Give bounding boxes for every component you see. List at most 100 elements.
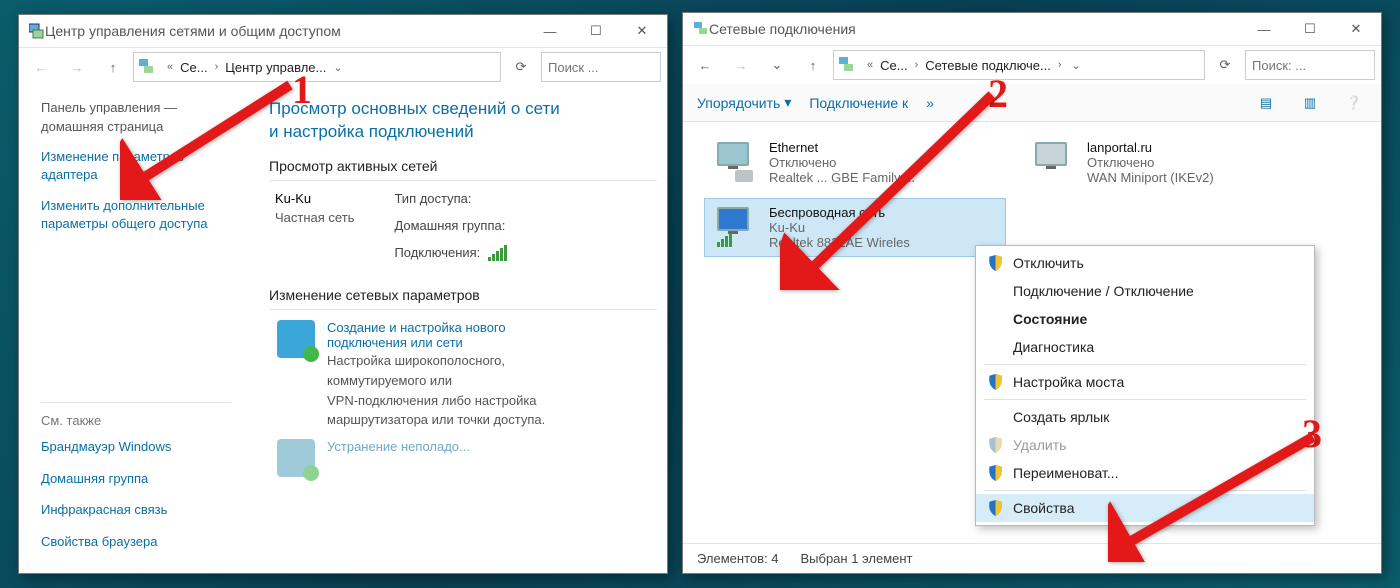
ctx-delete[interactable]: Удалить	[976, 431, 1314, 459]
close-button[interactable]: ✕	[619, 16, 665, 46]
minimize-button[interactable]: —	[1241, 14, 1287, 44]
ctx-connect[interactable]: Подключение / Отключение	[976, 277, 1314, 305]
network-type: Частная сеть	[275, 210, 354, 225]
chevron-down-icon[interactable]: ⌄	[328, 61, 347, 74]
breadcrumb-seg2[interactable]: Центр управле...	[223, 60, 328, 75]
ctx-properties[interactable]: Свойства	[976, 494, 1314, 522]
adapter-vpn[interactable]: lanportal.ru Отключено WAN Miniport (IKE…	[1023, 134, 1323, 191]
search-input[interactable]	[1252, 58, 1400, 73]
toolbar-connect[interactable]: Подключение к	[809, 95, 908, 111]
adapter-device: WAN Miniport (IKEv2)	[1087, 170, 1214, 185]
context-menu: Отключить Подключение / Отключение Состо…	[975, 245, 1315, 526]
adapter-name: Ethernet	[769, 140, 915, 155]
aux-firewall[interactable]: Брандмауэр Windows	[41, 438, 231, 456]
shield-icon	[988, 374, 1003, 390]
ctx-diagnose[interactable]: Диагностика	[976, 333, 1314, 361]
link-sharing-l2[interactable]: параметры общего доступа	[41, 215, 231, 233]
search-box[interactable]: 🔍	[541, 52, 661, 82]
status-bar: Элементов: 4 Выбран 1 элемент	[683, 543, 1381, 573]
wizard-link-l2[interactable]: подключения или сети	[327, 335, 545, 350]
toolbar-organize[interactable]: Упорядочить▾	[697, 94, 791, 111]
adapter-ethernet[interactable]: Ethernet Отключено Realtek ... GBE Famil…	[705, 134, 1005, 191]
window-network-center: Центр управления сетями и общим доступом…	[18, 14, 668, 574]
ctx-disable[interactable]: Отключить	[976, 249, 1314, 277]
breadcrumb-seg1[interactable]: Се...	[178, 60, 209, 75]
window-title: Центр управления сетями и общим доступом	[45, 23, 341, 39]
navbar-left: ← → ↑ « Се... › Центр управле... ⌄ ⟳ 🔍	[19, 47, 667, 86]
section-change-settings: Изменение сетевых параметров	[269, 287, 657, 303]
network-name-col: Ku-Ku Частная сеть	[275, 191, 354, 274]
refresh-button[interactable]: ⟳	[505, 52, 537, 82]
wizard-troubleshoot[interactable]: Устранение неполадо...	[277, 439, 657, 477]
divider2	[269, 309, 657, 310]
back-button[interactable]: ←	[689, 50, 721, 80]
aux-homegroup[interactable]: Домашняя группа	[41, 470, 231, 488]
active-network-block: Ku-Ku Частная сеть Тип доступа: Домашняя…	[275, 191, 657, 274]
navbar-right: ← → ⌄ ↑ « Се... › Сетевые подключе... › …	[683, 45, 1381, 84]
breadcrumb-seg2[interactable]: Сетевые подключе...	[923, 58, 1053, 73]
wizard-sub-l3: VPN-подключения либо настройка	[327, 392, 545, 410]
adapter-wireless[interactable]: Беспроводная сеть Ku-Ku Realtek 8821AE W…	[705, 199, 1005, 256]
up-button[interactable]: ↑	[797, 50, 829, 80]
up-button[interactable]: ↑	[97, 52, 129, 82]
troubleshoot-icon	[277, 439, 315, 477]
ctx-bridge[interactable]: Настройка моста	[976, 368, 1314, 396]
search-box[interactable]: 🔍	[1245, 50, 1375, 80]
help-icon[interactable]: ❔	[1341, 90, 1367, 116]
toolbar: Упорядочить▾ Подключение к » ▤ ▥ ❔	[683, 84, 1381, 122]
wizard-new-connection[interactable]: Создание и настройка нового подключения …	[277, 320, 657, 428]
window-icon	[693, 21, 709, 37]
wizard-text: Создание и настройка нового подключения …	[327, 320, 545, 428]
recent-button[interactable]: ⌄	[761, 50, 793, 80]
ctx-shortcut[interactable]: Создать ярлык	[976, 403, 1314, 431]
chevron-down-icon[interactable]: ⌄	[1067, 59, 1086, 72]
minimize-button[interactable]: —	[527, 16, 573, 46]
forward-button[interactable]: →	[61, 52, 93, 82]
adapter-status: Ku-Ku	[769, 220, 910, 235]
panel-home-l2[interactable]: домашняя страница	[41, 119, 231, 134]
adapter-device: Realtek ... GBE Family ...	[769, 170, 915, 185]
link-sharing-l1[interactable]: Изменить дополнительные	[41, 197, 231, 215]
adapter-status: Отключено	[769, 155, 915, 170]
divider	[269, 180, 657, 181]
aux-infrared[interactable]: Инфракрасная связь	[41, 501, 231, 519]
maximize-button[interactable]: ☐	[573, 16, 619, 46]
ctx-sep1	[984, 364, 1306, 365]
wizard-sub-l2: коммутируемого или	[327, 372, 545, 390]
view-mode-1-icon[interactable]: ▤	[1253, 90, 1279, 116]
breadcrumb-seg1[interactable]: Се...	[878, 58, 909, 73]
view-mode-2-icon[interactable]: ▥	[1297, 90, 1323, 116]
shield-icon	[988, 255, 1003, 271]
kv-homegroup: Домашняя группа:	[394, 218, 506, 233]
ctx-rename[interactable]: Переименоват...	[976, 459, 1314, 487]
wizard-sub-l4: маршрутизатора или точки доступа.	[327, 411, 545, 429]
ctx-status[interactable]: Состояние	[976, 305, 1314, 333]
panel-home-l1[interactable]: Панель управления —	[41, 100, 231, 115]
adapter-status: Отключено	[1087, 155, 1214, 170]
window-network-connections: Сетевые подключения — ☐ ✕ ← → ⌄ ↑ « Се..…	[682, 12, 1382, 574]
window-icon	[29, 23, 45, 39]
link-adapter-settings[interactable]: Изменение параметров адаптера	[41, 148, 231, 183]
aux-browser-props[interactable]: Свойства браузера	[41, 533, 231, 551]
refresh-button[interactable]: ⟳	[1209, 50, 1241, 80]
wizard-link-l1[interactable]: Создание и настройка нового	[327, 320, 545, 335]
chevron-right-icon: ›	[210, 61, 224, 73]
page-title: Просмотр основных сведений о сети и наст…	[269, 98, 657, 144]
content-split: Панель управления — домашняя страница Из…	[19, 86, 667, 573]
breadcrumb[interactable]: « Се... › Сетевые подключе... › ⌄	[833, 50, 1205, 80]
network-kv-col: Тип доступа: Домашняя группа: Подключени…	[394, 191, 506, 274]
shield-icon	[988, 437, 1003, 453]
forward-button[interactable]: →	[725, 50, 757, 80]
chevron-left-icon: «	[162, 61, 178, 73]
kv-connections: Подключения:	[394, 245, 506, 262]
breadcrumb[interactable]: « Се... › Центр управле... ⌄	[133, 52, 501, 82]
back-button[interactable]: ←	[25, 52, 57, 82]
toolbar-overflow[interactable]: »	[926, 95, 934, 111]
network-name[interactable]: Ku-Ku	[275, 191, 354, 206]
section-active-networks: Просмотр активных сетей	[269, 158, 657, 174]
troubleshoot-link[interactable]: Устранение неполадо...	[327, 439, 470, 454]
status-selected: Выбран 1 элемент	[800, 551, 912, 566]
signal-bars-icon	[488, 245, 507, 261]
maximize-button[interactable]: ☐	[1287, 14, 1333, 44]
close-button[interactable]: ✕	[1333, 14, 1379, 44]
